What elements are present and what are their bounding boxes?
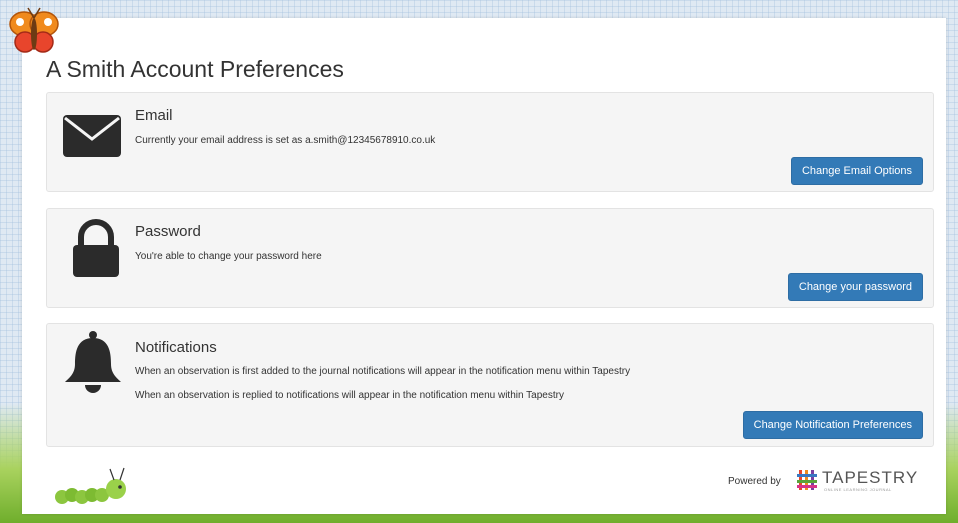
notifications-line-2: When an observation is replied to notifi… bbox=[135, 390, 564, 401]
envelope-icon bbox=[63, 115, 121, 157]
page-title: A Smith Account Preferences bbox=[46, 56, 344, 82]
caterpillar-icon bbox=[55, 467, 126, 504]
change-email-options-button[interactable]: Change Email Options bbox=[790, 157, 923, 185]
butterfly-icon bbox=[9, 7, 59, 53]
password-description: You're able to change your password here bbox=[135, 251, 322, 262]
password-card: Password You're able to change your pass… bbox=[46, 208, 934, 308]
lock-icon bbox=[73, 219, 119, 277]
notifications-card: Notifications When an observation is fir… bbox=[46, 323, 934, 447]
email-card: Email Currently your email address is se… bbox=[46, 92, 934, 192]
powered-by-label: Powered by bbox=[728, 476, 781, 487]
tapestry-logo-icon bbox=[797, 470, 817, 490]
tapestry-brand-name: TAPESTRY bbox=[822, 468, 919, 487]
notifications-line-1: When an observation is first added to th… bbox=[135, 366, 631, 377]
password-heading: Password bbox=[135, 223, 201, 240]
email-heading: Email bbox=[135, 107, 173, 124]
tapestry-tagline: ONLINE LEARNING JOURNAL bbox=[824, 487, 892, 492]
change-notification-preferences-button[interactable]: Change Notification Preferences bbox=[742, 411, 923, 439]
change-password-button[interactable]: Change your password bbox=[787, 273, 923, 301]
email-description: Currently your email address is set as a… bbox=[135, 135, 436, 146]
bell-icon bbox=[65, 331, 121, 393]
notifications-heading: Notifications bbox=[135, 339, 217, 356]
